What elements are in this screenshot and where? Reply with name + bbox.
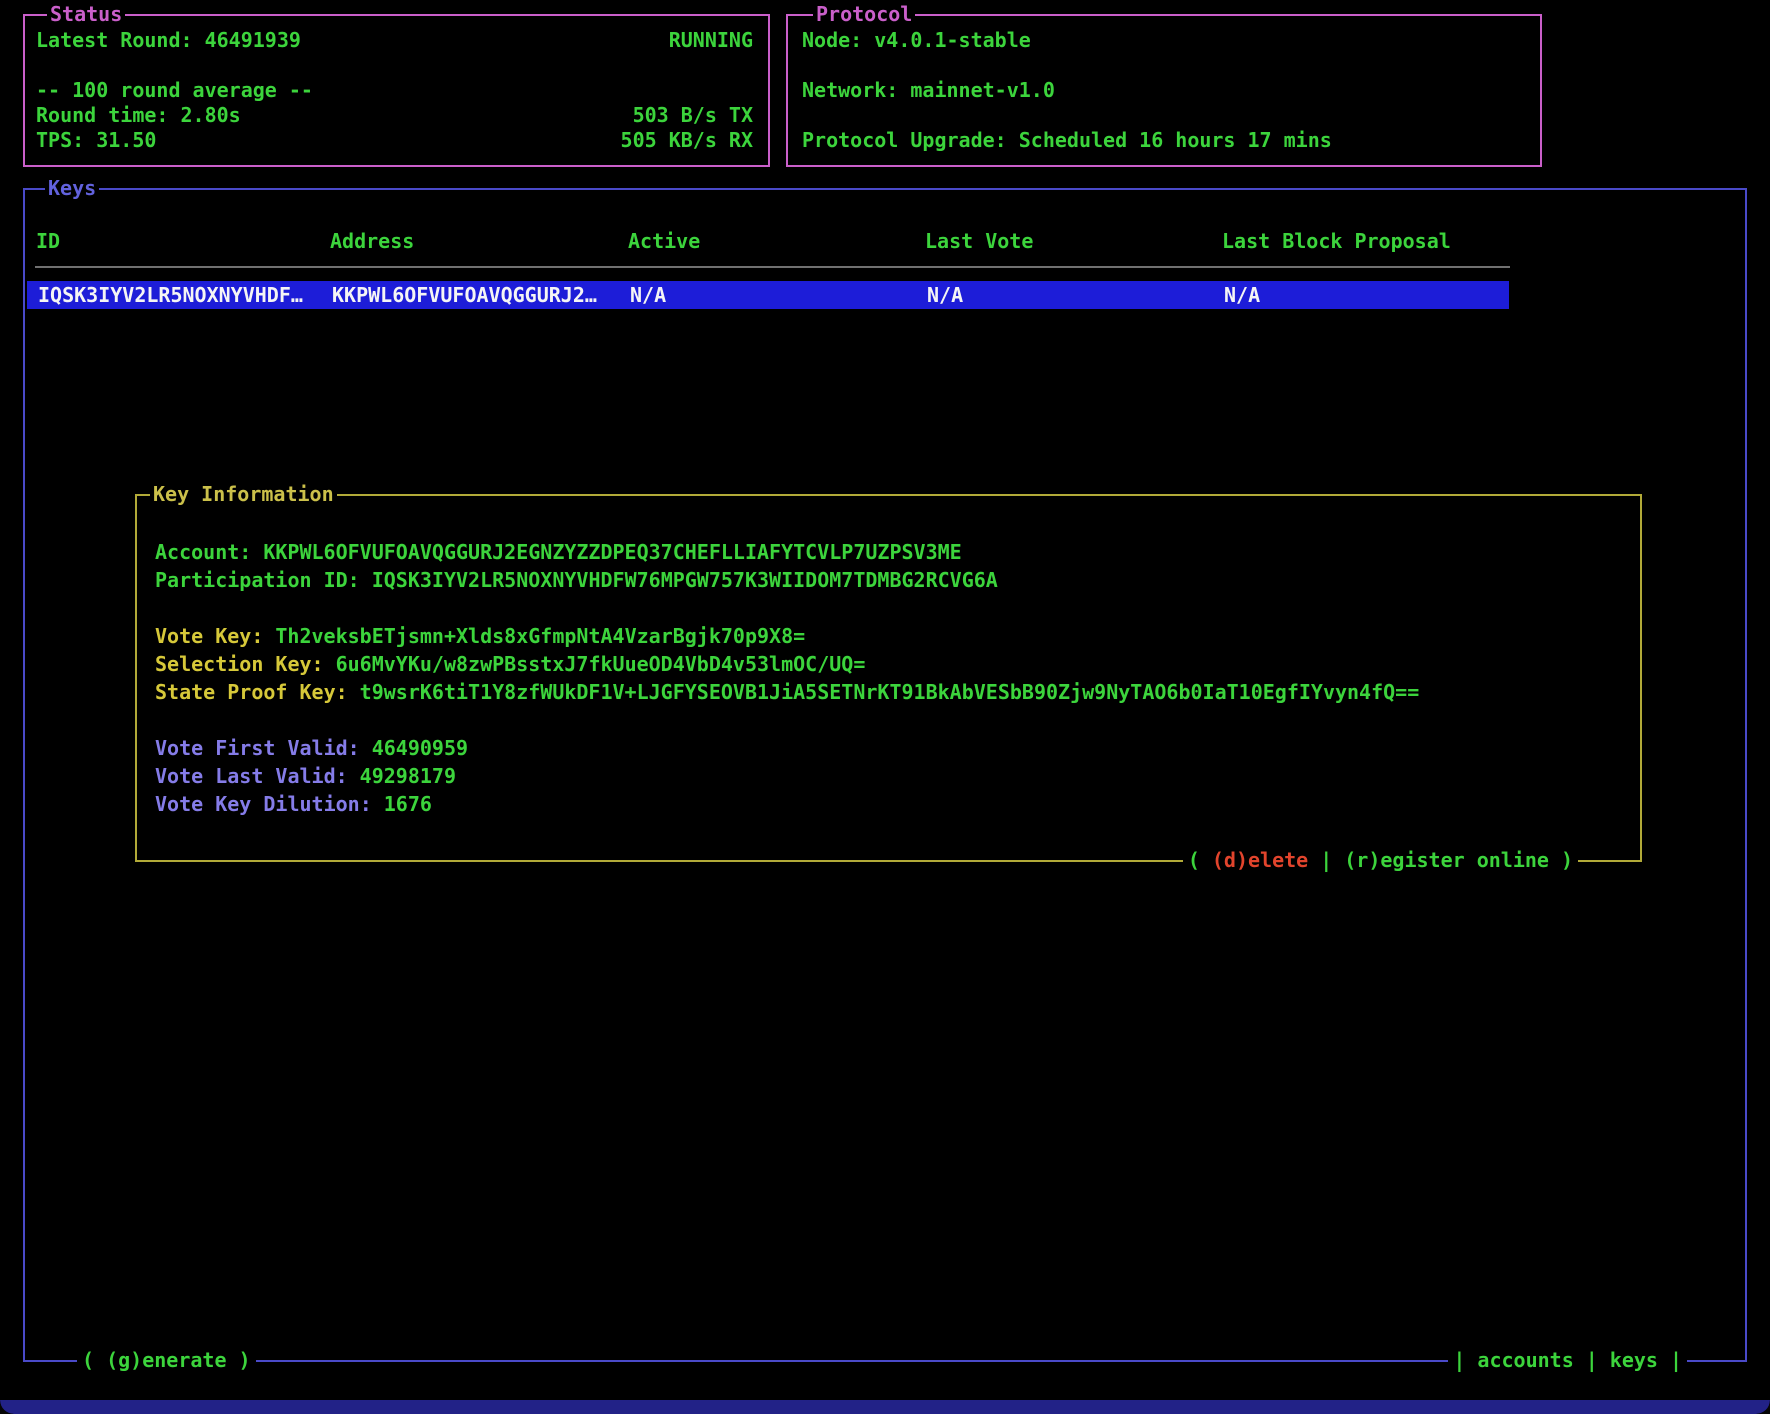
- account-label: Account:: [155, 540, 251, 564]
- blank-line: [36, 53, 753, 78]
- bottom-nav: | accounts | keys |: [1448, 1347, 1687, 1374]
- cell-participation-id: IQSK3IYV2LR5NOXNYVHDF…: [38, 281, 332, 309]
- node-version-text: Node: v4.0.1-stable: [802, 28, 1031, 52]
- round-average-header: -- 100 round average --: [36, 78, 313, 102]
- node-state-badge: RUNNING: [669, 28, 753, 53]
- protocol-upgrade-text: Protocol Upgrade: Scheduled 16 hours 17 …: [802, 128, 1332, 152]
- keys-table-header: ID Address Active Last Vote Last Block P…: [25, 228, 1507, 254]
- generate-key-action[interactable]: ( (g)enerate ): [77, 1347, 256, 1374]
- nav-tab-keys[interactable]: keys: [1610, 1348, 1658, 1372]
- participation-id-value: IQSK3IYV2LR5NOXNYVHDFW76MPGW757K3WIIDOM7…: [372, 568, 998, 592]
- cell-active: N/A: [630, 281, 927, 309]
- vote-last-valid-label: Vote Last Valid:: [155, 764, 348, 788]
- vote-key-dilution-label: Vote Key Dilution:: [155, 792, 372, 816]
- register-online-action[interactable]: (r)egister online: [1344, 848, 1549, 872]
- table-row-selected[interactable]: IQSK3IYV2LR5NOXNYVHDF… KKPWL6OFVUFOAVQGG…: [27, 281, 1509, 309]
- state-proof-key-label: State Proof Key:: [155, 680, 348, 704]
- table-header-separator: [35, 266, 1510, 268]
- nav-divider: |: [1453, 1348, 1465, 1372]
- network-text: Network: mainnet-v1.0: [802, 78, 1055, 102]
- protocol-panel: Protocol Node: v4.0.1-stable Network: ma…: [786, 14, 1542, 167]
- selection-key-value: 6u6MvYKu/w8zwPBsstxJ7fkUueOD4VbD4v53lmOC…: [336, 652, 866, 676]
- key-actions-bar: ( (d)elete | (r)egister online): [1183, 847, 1578, 874]
- nav-divider: |: [1670, 1348, 1682, 1372]
- vote-key-value: Th2veksbETjsmn+Xlds8xGfmpNtA4VzarBgjk70p…: [275, 624, 805, 648]
- vote-last-valid-value: 49298179: [360, 764, 456, 788]
- keys-panel: Keys ID Address Active Last Vote Last Bl…: [23, 188, 1747, 1362]
- participation-id-label: Participation ID:: [155, 568, 360, 592]
- tx-rate-text: 503 B/s TX: [633, 103, 753, 128]
- column-header-last-vote: Last Vote: [925, 228, 1222, 254]
- cell-address: KKPWL6OFVUFOAVQGGURJ2…: [332, 281, 630, 309]
- column-header-active: Active: [628, 228, 925, 254]
- cell-last-vote: N/A: [927, 281, 1224, 309]
- column-header-last-block-proposal: Last Block Proposal: [1222, 228, 1507, 254]
- status-panel: Status Latest Round: 46491939 RUNNING --…: [23, 14, 770, 167]
- key-information-panel: Key Information Account:KKPWL6OFVUFOAVQG…: [135, 494, 1642, 862]
- status-panel-title: Status: [47, 1, 125, 27]
- blank-line: [802, 103, 1525, 128]
- rx-rate-text: 505 KB/s RX: [621, 128, 753, 153]
- window-bottom-bar: [0, 1400, 1770, 1414]
- account-value: KKPWL6OFVUFOAVQGGURJ2EGNZYZZDPEQ37CHEFLL…: [263, 540, 961, 564]
- tps-text: TPS: 31.50: [36, 128, 156, 153]
- actions-divider: |: [1320, 848, 1332, 872]
- column-header-address: Address: [330, 228, 628, 254]
- blank-line: [155, 594, 1640, 622]
- node-tui-window: Status Latest Round: 46491939 RUNNING --…: [0, 0, 1770, 1414]
- round-time-text: Round time: 2.80s: [36, 103, 241, 128]
- latest-round-text: Latest Round: 46491939: [36, 28, 301, 53]
- actions-open-paren: (: [1188, 848, 1200, 872]
- blank-line: [155, 706, 1640, 734]
- blank-line: [802, 53, 1525, 78]
- selection-key-label: Selection Key:: [155, 652, 324, 676]
- state-proof-key-value: t9wsrK6tiT1Y8zfWUkDF1V+LJGFYSEOVB1JiA5SE…: [360, 680, 1420, 704]
- nav-divider: |: [1586, 1348, 1598, 1372]
- delete-key-action[interactable]: (d)elete: [1212, 848, 1308, 872]
- protocol-panel-title: Protocol: [813, 1, 915, 27]
- vote-first-valid-value: 46490959: [372, 736, 468, 760]
- nav-tab-accounts[interactable]: accounts: [1477, 1348, 1573, 1372]
- key-information-title: Key Information: [150, 481, 337, 507]
- vote-first-valid-label: Vote First Valid:: [155, 736, 360, 760]
- actions-close-paren: ): [1561, 848, 1573, 872]
- keys-panel-title: Keys: [45, 175, 99, 201]
- column-header-id: ID: [36, 228, 330, 254]
- vote-key-dilution-value: 1676: [384, 792, 432, 816]
- cell-last-block-proposal: N/A: [1224, 281, 1509, 309]
- vote-key-label: Vote Key:: [155, 624, 263, 648]
